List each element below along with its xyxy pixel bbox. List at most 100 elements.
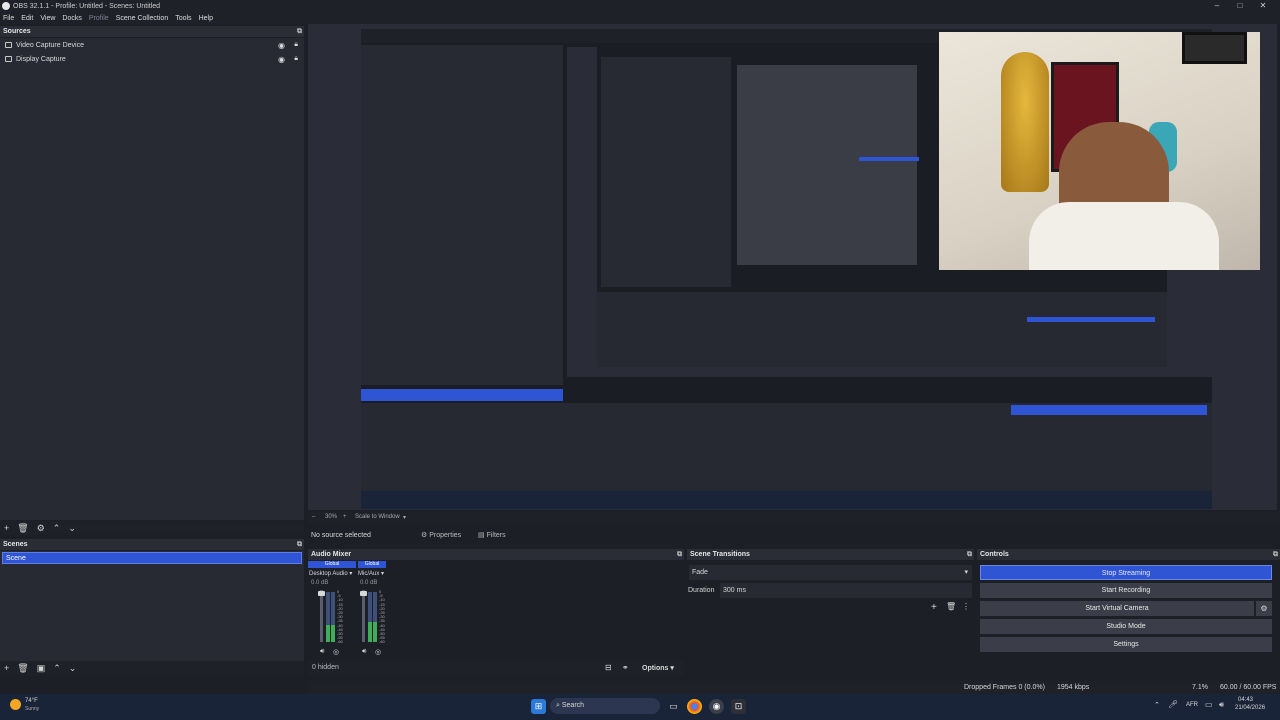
dropped-frames: Dropped Frames 0 (0.0%) [964, 684, 1045, 691]
duration-input[interactable]: 300 ms [720, 583, 972, 598]
zoom-in-icon[interactable]: + [343, 514, 347, 520]
task-view-icon[interactable]: ▭ [666, 699, 681, 714]
clock-time[interactable]: 04:43 [1238, 697, 1253, 703]
picture-frame [1182, 32, 1247, 64]
obs-logo-icon [2, 2, 10, 10]
minimize-icon[interactable]: – [1207, 0, 1227, 12]
menu-scene-collection[interactable]: Scene Collection [116, 15, 169, 22]
transition-selected: Fade [692, 569, 708, 576]
headphones-icon[interactable]: ◎ [375, 648, 381, 656]
start-virtual-camera-button[interactable]: Start Virtual Camera [980, 601, 1254, 616]
remove-source-icon[interactable]: 🗑︎ [17, 523, 28, 534]
layout-icon[interactable]: ⊟ [605, 663, 612, 672]
maximize-icon[interactable]: □ [1230, 0, 1250, 12]
scene-filter-icon[interactable]: ▣ [37, 663, 46, 674]
duration-label: Duration [688, 587, 715, 594]
scene-transitions-panel: Fade ▾ Duration 300 ms + 🗑︎ ⋮ [687, 560, 974, 675]
db-tick: -60 [337, 639, 343, 645]
level-meter-desktop [326, 592, 330, 642]
remove-scene-icon[interactable]: 🗑︎ [17, 663, 28, 674]
add-transition-icon[interactable]: + [931, 602, 937, 613]
move-up-icon[interactable]: ⌃ [53, 523, 61, 534]
chevron-up-icon[interactable]: ⌃ [1154, 701, 1160, 709]
source-item-video-capture[interactable]: Video Capture Device ◉ 🔒︎ [0, 38, 304, 52]
source-settings-icon[interactable]: ⚙︎ [37, 523, 45, 534]
scene-item[interactable]: Scene [2, 552, 302, 564]
speaker-icon[interactable]: 🔊︎ [320, 648, 324, 656]
menu-docks[interactable]: Docks [62, 15, 81, 22]
clock-date[interactable]: 21/04/2026 [1235, 705, 1265, 711]
add-scene-icon[interactable]: + [4, 663, 9, 673]
menu-help[interactable]: Help [199, 15, 213, 22]
undock-icon[interactable]: ⧉ [677, 549, 682, 560]
move-down-icon[interactable]: ⌄ [69, 663, 77, 674]
display-icon[interactable]: ▭ [1205, 700, 1213, 709]
sources-title: Sources [3, 28, 31, 35]
source-item-display-capture[interactable]: Display Capture ◉ 🔒︎ [0, 52, 304, 66]
volume-icon[interactable]: 🔊︎ [1219, 700, 1224, 710]
undock-icon[interactable]: ⧉ [967, 549, 972, 560]
visibility-eye-icon[interactable]: ◉ [278, 55, 285, 64]
menu-tools[interactable]: Tools [175, 15, 191, 22]
volume-fader-desktop[interactable] [318, 590, 325, 642]
meter-fill [331, 624, 335, 642]
speaker-icon[interactable]: 🔊︎ [362, 648, 366, 656]
obs-taskbar-icon[interactable]: ◉ [709, 699, 724, 714]
channel-name-mic[interactable]: Mic/Aux ▾ [358, 570, 384, 577]
source-label: Display Capture [16, 55, 66, 63]
headphones-icon[interactable]: ◎ [333, 648, 339, 656]
lock-icon[interactable]: 🔒︎ [294, 41, 298, 49]
studio-mode-button[interactable]: Studio Mode [980, 619, 1272, 634]
settings-button[interactable]: Settings [980, 637, 1272, 652]
options-button[interactable]: Options ▾ [642, 664, 674, 672]
chevron-down-icon: ▾ [964, 569, 968, 576]
sources-toolbar: + 🗑︎ ⚙︎ ⌃ ⌄ [0, 521, 304, 535]
zoom-out-icon[interactable]: – [312, 514, 315, 520]
menu-edit[interactable]: Edit [21, 15, 33, 22]
virtual-camera-settings-icon[interactable]: ⚙︎ [1256, 601, 1272, 616]
scenes-title: Scenes [3, 541, 28, 548]
add-source-icon[interactable]: + [4, 523, 9, 533]
undock-icon[interactable]: ⧉ [297, 539, 302, 550]
channel-name-desktop[interactable]: Desktop Audio ▾ [309, 570, 352, 577]
menu-view[interactable]: View [40, 15, 55, 22]
title-bar: OBS 32.1.1 - Profile: Untitled - Scenes:… [0, 0, 1280, 12]
nested-deep-stop-button [1027, 317, 1155, 322]
more-options-icon[interactable]: ⋮ [962, 602, 970, 611]
move-up-icon[interactable]: ⌃ [53, 663, 61, 674]
volume-fader-mic[interactable] [360, 590, 367, 642]
filters-button[interactable]: ▤ Filters [474, 531, 510, 541]
taskbar-search[interactable]: ⌕ Search [550, 698, 660, 714]
properties-button[interactable]: ⚙︎ Properties [417, 531, 465, 541]
chrome-icon[interactable] [687, 699, 702, 714]
window-title: OBS 32.1.1 - Profile: Untitled - Scenes:… [13, 2, 161, 10]
stop-streaming-button[interactable]: Stop Streaming [980, 565, 1272, 580]
link-icon[interactable]: ⚭ [622, 663, 629, 672]
windows-start-icon[interactable]: ⊞ [531, 699, 546, 714]
scale-to-window[interactable]: Scale to Window [355, 514, 400, 520]
sources-list: Video Capture Device ◉ 🔒︎ Display Captur… [0, 38, 304, 520]
menu-file[interactable]: File [3, 15, 14, 22]
microphone-icon[interactable]: 🎤︎ [1168, 700, 1178, 709]
gear-icon: ⚙︎ [421, 532, 430, 539]
undock-icon[interactable]: ⧉ [1273, 549, 1278, 560]
chevron-down-icon[interactable]: ▾ [403, 514, 406, 521]
move-down-icon[interactable]: ⌄ [68, 523, 76, 534]
taskbar-search-label: Search [561, 702, 585, 709]
start-recording-button[interactable]: Start Recording [980, 583, 1272, 598]
transition-select[interactable]: Fade ▾ [689, 565, 972, 580]
remove-transition-icon[interactable]: 🗑︎ [946, 602, 956, 611]
undock-icon[interactable]: ⧉ [297, 26, 302, 37]
capture-app-icon[interactable]: ⊡ [731, 699, 746, 714]
visibility-eye-icon[interactable]: ◉ [278, 41, 285, 50]
filter-icon: ▤ [478, 532, 487, 539]
weather-temp[interactable]: 74°F [25, 698, 38, 704]
language-indicator[interactable]: AFR [1186, 702, 1198, 708]
fader-knob[interactable] [318, 591, 325, 596]
menu-profile[interactable]: Profile [89, 15, 109, 22]
lock-icon[interactable]: 🔒︎ [294, 55, 298, 63]
audio-mixer-header: Audio Mixer ⧉ [308, 549, 684, 560]
menu-bar: File Edit View Docks Profile Scene Colle… [0, 12, 1280, 24]
fader-knob[interactable] [360, 591, 367, 596]
close-icon[interactable]: ✕ [1253, 0, 1273, 12]
